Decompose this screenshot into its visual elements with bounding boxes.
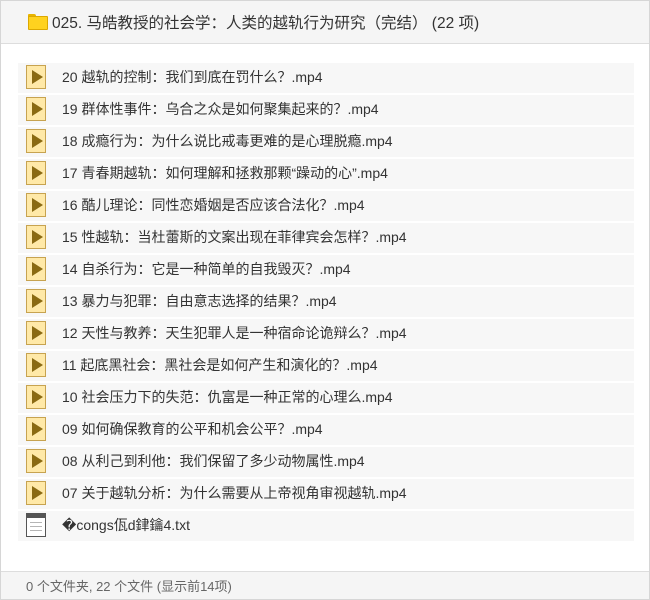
file-list-window: 025. 马皓教授的社会学：人类的越轨行为研究（完结） (22 项) 20 越轨… (0, 0, 650, 600)
video-file-icon (26, 97, 46, 121)
file-row[interactable]: 15 性越轨：当杜蕾斯的文案出现在菲律宾会怎样？.mp4 (18, 221, 634, 253)
video-file-icon (26, 321, 46, 345)
file-name: 09 如何确保教育的公平和机会公平？.mp4 (62, 421, 323, 437)
file-row[interactable]: 14 自杀行为：它是一种简单的自我毁灭？.mp4 (18, 253, 634, 285)
file-row[interactable]: 20 越轨的控制：我们到底在罚什么？.mp4 (18, 61, 634, 93)
video-file-icon (26, 289, 46, 313)
folder-icon (28, 14, 48, 30)
video-file-icon (26, 161, 46, 185)
file-name: 20 越轨的控制：我们到底在罚什么？.mp4 (62, 69, 323, 85)
file-row[interactable]: 08 从利己到利他：我们保留了多少动物属性.mp4 (18, 445, 634, 477)
text-file-icon (26, 513, 46, 537)
file-name: 07 关于越轨分析：为什么需要从上帝视角审视越轨.mp4 (62, 485, 407, 501)
status-bar: 0 个文件夹, 22 个文件 (显示前14项) (1, 571, 649, 599)
folder-title: 025. 马皓教授的社会学：人类的越轨行为研究（完结） (22 项) (52, 15, 480, 32)
file-name: 14 自杀行为：它是一种简单的自我毁灭？.mp4 (62, 261, 351, 277)
video-file-icon (26, 353, 46, 377)
file-row[interactable]: 18 成瘾行为：为什么说比戒毒更难的是心理脱瘾.mp4 (18, 125, 634, 157)
video-file-icon (26, 385, 46, 409)
file-name: 15 性越轨：当杜蕾斯的文案出现在菲律宾会怎样？.mp4 (62, 229, 407, 245)
file-name: 11 起底黑社会：黑社会是如何产生和演化的？.mp4 (62, 357, 378, 373)
file-row[interactable]: 17 青春期越轨：如何理解和拯救那颗“躁动的心”.mp4 (18, 157, 634, 189)
file-row[interactable]: 11 起底黑社会：黑社会是如何产生和演化的？.mp4 (18, 349, 634, 381)
file-name: �congs佤d銉鑰4.txt (62, 517, 190, 533)
video-file-icon (26, 225, 46, 249)
file-name: 12 天性与教养：天生犯罪人是一种宿命论诡辩么？.mp4 (62, 325, 407, 341)
file-name: 16 酷儿理论：同性恋婚姻是否应该合法化？.mp4 (62, 197, 365, 213)
file-name: 19 群体性事件：乌合之众是如何聚集起来的？.mp4 (62, 101, 379, 117)
file-name: 10 社会压力下的失范：仇富是一种正常的心理么.mp4 (62, 389, 393, 405)
file-name: 08 从利己到利他：我们保留了多少动物属性.mp4 (62, 453, 365, 469)
video-file-icon (26, 257, 46, 281)
file-row[interactable]: 12 天性与教养：天生犯罪人是一种宿命论诡辩么？.mp4 (18, 317, 634, 349)
file-row[interactable]: 16 酷儿理论：同性恋婚姻是否应该合法化？.mp4 (18, 189, 634, 221)
status-text: 0 个文件夹, 22 个文件 (显示前14项) (26, 579, 232, 594)
file-row[interactable]: 09 如何确保教育的公平和机会公平？.mp4 (18, 413, 634, 445)
file-name: 17 青春期越轨：如何理解和拯救那颗“躁动的心”.mp4 (62, 165, 388, 181)
video-file-icon (26, 481, 46, 505)
file-row[interactable]: 13 暴力与犯罪：自由意志选择的结果？.mp4 (18, 285, 634, 317)
folder-header: 025. 马皓教授的社会学：人类的越轨行为研究（完结） (22 项) (1, 1, 649, 44)
file-row[interactable]: 07 关于越轨分析：为什么需要从上帝视角审视越轨.mp4 (18, 477, 634, 509)
file-list: 20 越轨的控制：我们到底在罚什么？.mp4 19 群体性事件：乌合之众是如何聚集… (18, 61, 634, 541)
video-file-icon (26, 449, 46, 473)
file-name: 13 暴力与犯罪：自由意志选择的结果？.mp4 (62, 293, 337, 309)
file-row[interactable]: 19 群体性事件：乌合之众是如何聚集起来的？.mp4 (18, 93, 634, 125)
file-name: 18 成瘾行为：为什么说比戒毒更难的是心理脱瘾.mp4 (62, 133, 393, 149)
video-file-icon (26, 129, 46, 153)
file-row[interactable]: �congs佤d銉鑰4.txt (18, 509, 634, 541)
file-row[interactable]: 10 社会压力下的失范：仇富是一种正常的心理么.mp4 (18, 381, 634, 413)
video-file-icon (26, 417, 46, 441)
video-file-icon (26, 65, 46, 89)
video-file-icon (26, 193, 46, 217)
